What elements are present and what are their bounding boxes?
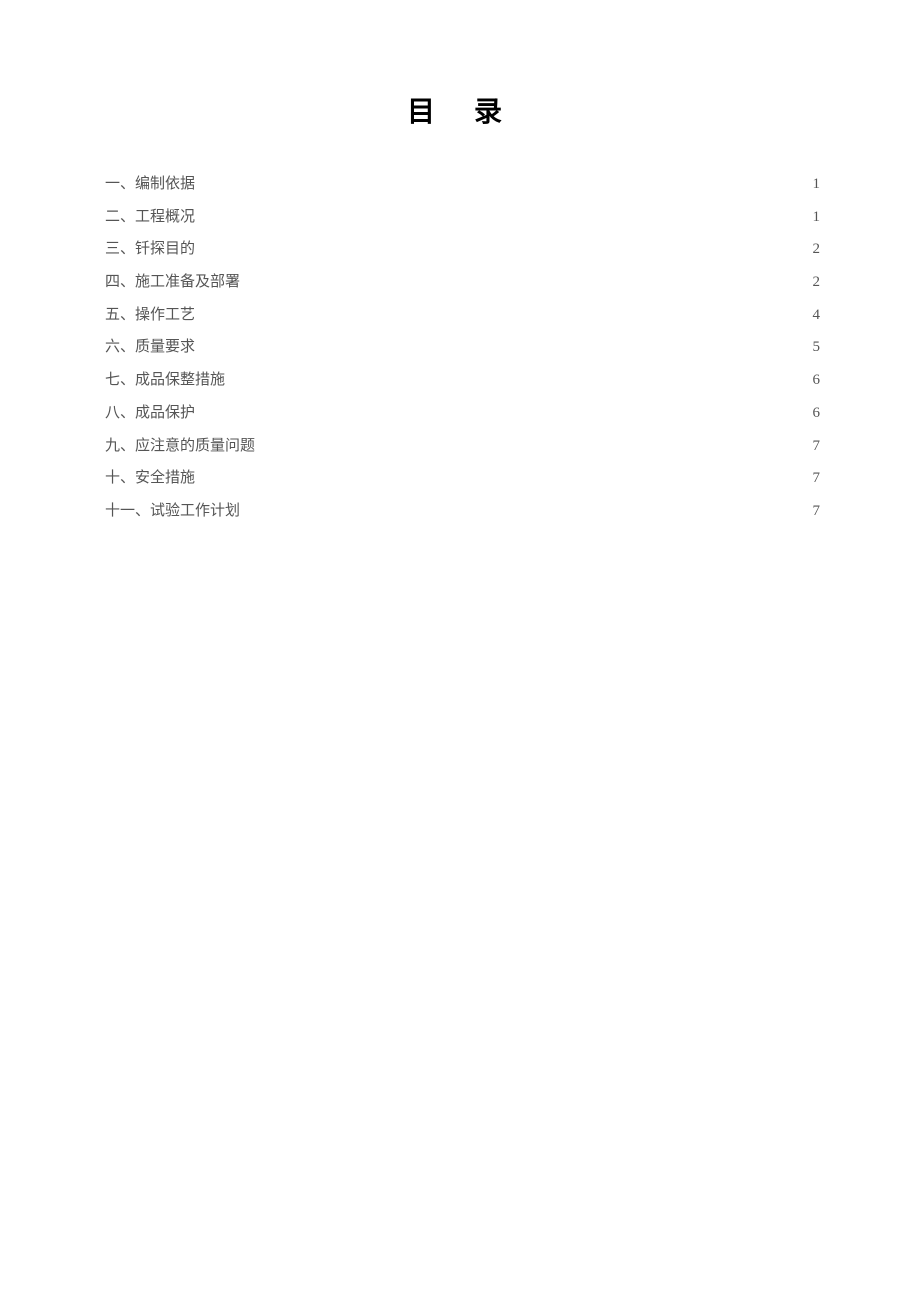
toc-item-label: 三、钎探目的 bbox=[105, 233, 195, 266]
toc-item-label: 十、安全措施 bbox=[105, 462, 195, 495]
toc-item: 三、钎探目的 2 bbox=[105, 233, 820, 266]
toc-item-label: 十一、试验工作计划 bbox=[105, 495, 240, 528]
toc-item-page: 1 bbox=[813, 168, 821, 201]
toc-item-label: 一、编制依据 bbox=[105, 168, 195, 201]
toc-item-label: 八、成品保护 bbox=[105, 397, 195, 430]
toc-item: 十一、试验工作计划 7 bbox=[105, 495, 820, 528]
toc-item-page: 7 bbox=[813, 462, 821, 495]
toc-item-page: 2 bbox=[813, 233, 821, 266]
toc-item: 五、操作工艺 4 bbox=[105, 299, 820, 332]
toc-dots bbox=[199, 238, 808, 253]
toc-dots bbox=[199, 336, 808, 351]
toc-item-label: 四、施工准备及部署 bbox=[105, 266, 240, 299]
toc-item: 四、施工准备及部署 2 bbox=[105, 266, 820, 299]
toc-item-page: 4 bbox=[813, 299, 821, 332]
toc-item-label: 二、工程概况 bbox=[105, 201, 195, 234]
toc-dots bbox=[199, 402, 808, 417]
toc-dots bbox=[199, 173, 808, 188]
toc-item-page: 6 bbox=[813, 364, 821, 397]
toc-item-page: 7 bbox=[813, 430, 821, 463]
toc-item-label: 五、操作工艺 bbox=[105, 299, 195, 332]
toc-item: 八、成品保护 6 bbox=[105, 397, 820, 430]
toc-item: 一、编制依据 1 bbox=[105, 168, 820, 201]
toc-item: 七、成品保整措施 6 bbox=[105, 364, 820, 397]
toc-item-page: 5 bbox=[813, 331, 821, 364]
toc-item-page: 7 bbox=[813, 495, 821, 528]
toc-item: 六、质量要求 5 bbox=[105, 331, 820, 364]
toc-item: 二、工程概况 1 bbox=[105, 201, 820, 234]
toc-dots bbox=[259, 435, 808, 450]
toc-item-label: 六、质量要求 bbox=[105, 331, 195, 364]
toc-item-page: 1 bbox=[813, 201, 821, 234]
toc-dots bbox=[199, 467, 808, 482]
toc-item: 十、安全措施 7 bbox=[105, 462, 820, 495]
toc-dots bbox=[199, 304, 808, 319]
toc-dots bbox=[229, 369, 808, 384]
toc-item-page: 2 bbox=[813, 266, 821, 299]
toc-item: 九、应注意的质量问题 7 bbox=[105, 430, 820, 463]
toc-dots bbox=[244, 271, 808, 286]
toc-list: 一、编制依据 1 二、工程概况 1 三、钎探目的 2 四、施工准备及部署 2 五… bbox=[105, 168, 820, 528]
toc-title: 目 录 bbox=[105, 90, 820, 130]
toc-item-label: 九、应注意的质量问题 bbox=[105, 430, 255, 463]
toc-item-page: 6 bbox=[813, 397, 821, 430]
toc-dots bbox=[244, 500, 808, 515]
toc-item-label: 七、成品保整措施 bbox=[105, 364, 225, 397]
toc-dots bbox=[199, 206, 808, 221]
